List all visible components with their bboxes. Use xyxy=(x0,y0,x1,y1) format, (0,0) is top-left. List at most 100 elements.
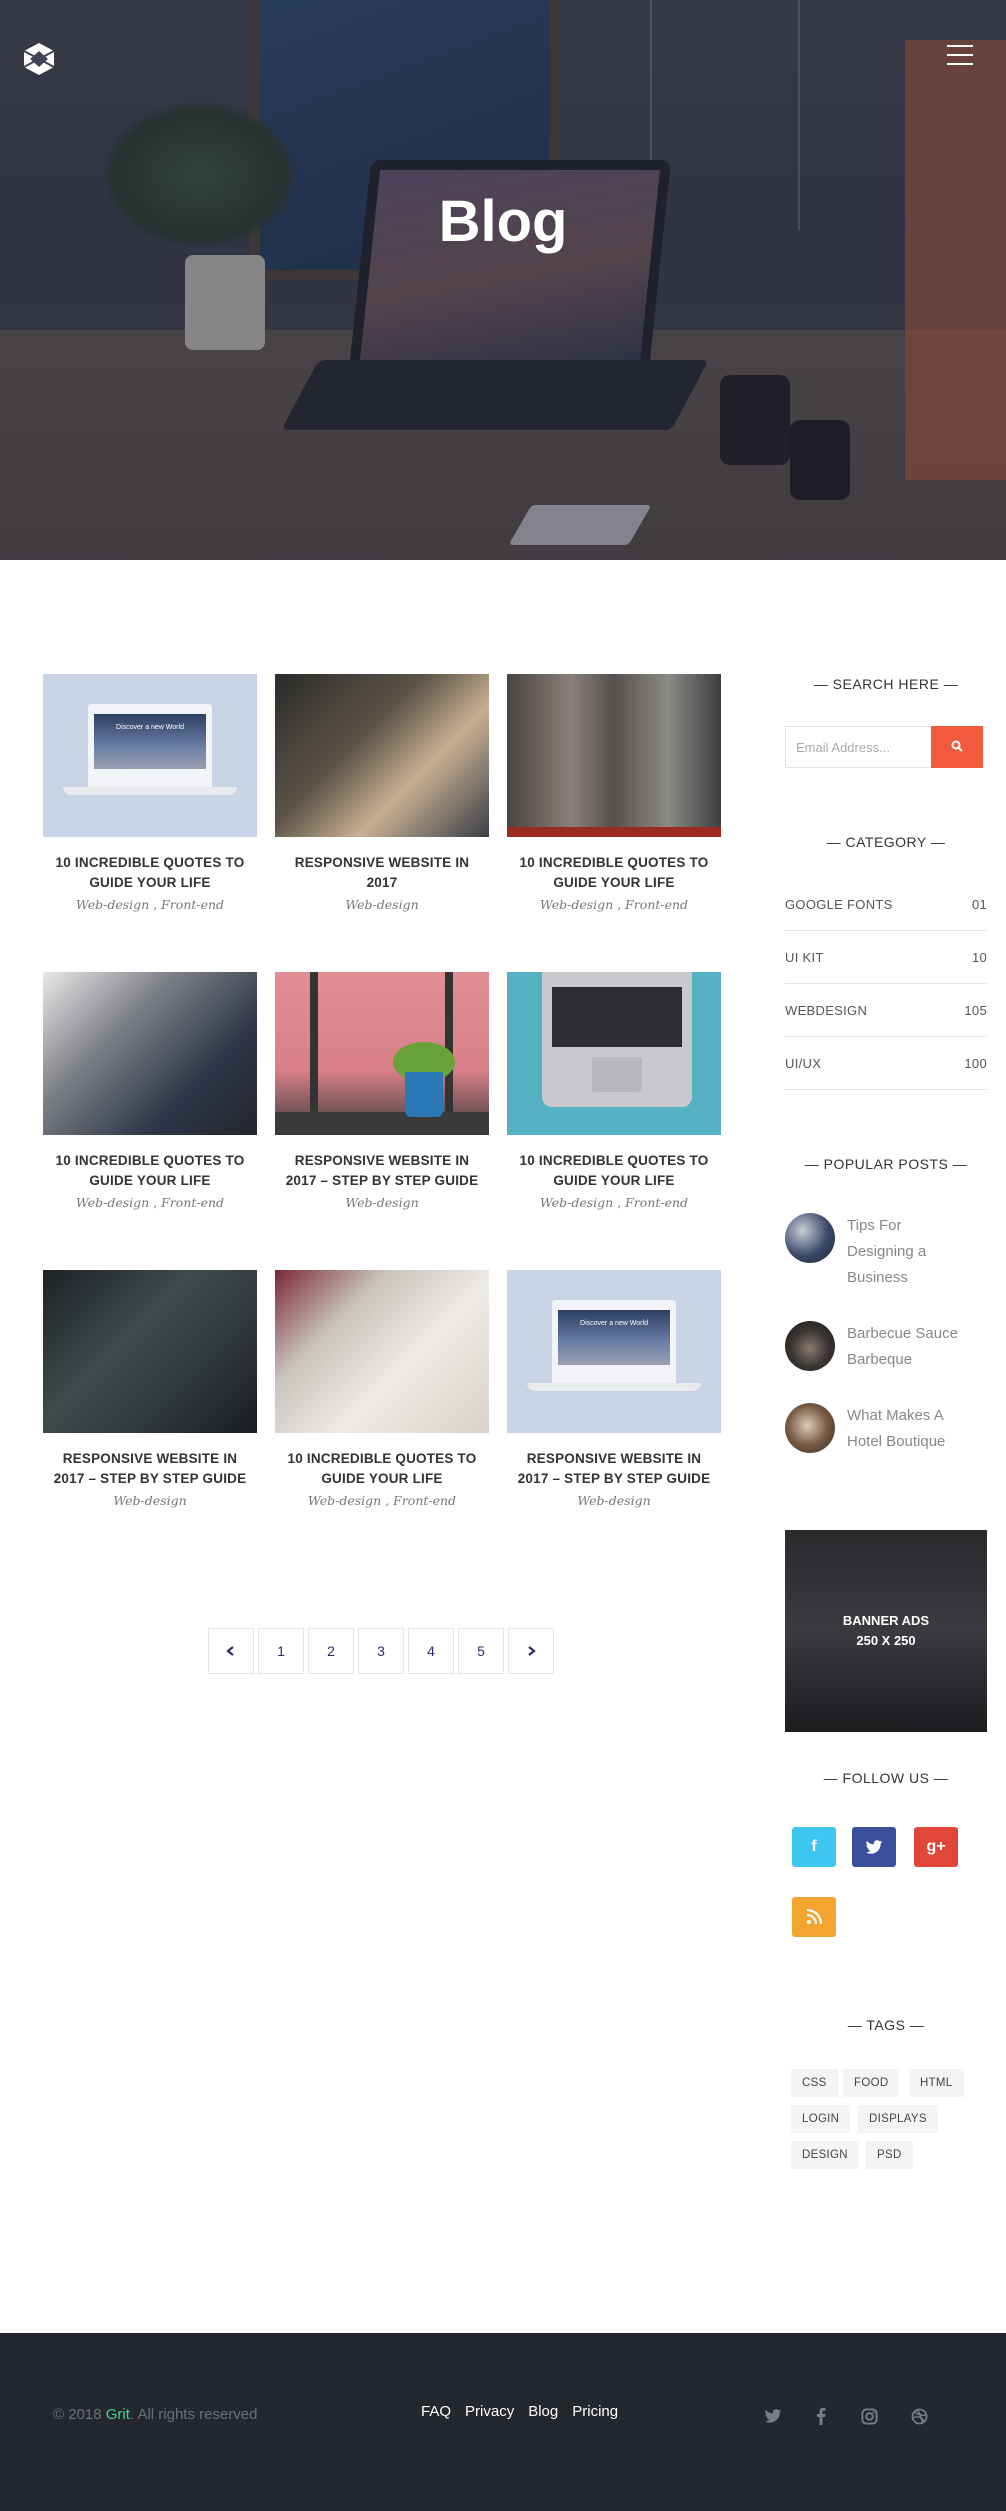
pagination-page-button[interactable]: 3 xyxy=(358,1628,404,1674)
pagination-prev-button[interactable] xyxy=(208,1628,254,1674)
popular-post-item[interactable]: Tips For Designing a Business xyxy=(785,1213,987,1291)
search-button[interactable] xyxy=(931,726,983,768)
tag-item[interactable]: CSS xyxy=(791,2069,838,2097)
footer-twitter-link[interactable] xyxy=(763,2406,783,2426)
category-label: UI/UX xyxy=(785,1055,822,1071)
chevron-left-icon xyxy=(226,1646,234,1656)
follow-us-heading: — FOLLOW US — xyxy=(823,1770,949,1786)
post-title[interactable]: 10 INCREDIBLE QUOTES TO GUIDE YOUR LIFE xyxy=(43,853,257,893)
post-category[interactable]: Web-design xyxy=(275,1195,489,1210)
footer-link-pricing[interactable]: Pricing xyxy=(572,2403,618,2420)
facebook-icon xyxy=(817,2407,826,2425)
footer-link-faq[interactable]: FAQ xyxy=(421,2403,451,2420)
post-thumbnail[interactable]: Discover a new World xyxy=(43,674,257,837)
pagination-page-button[interactable]: 1 xyxy=(258,1628,304,1674)
thumbnail-text: Discover a new World xyxy=(580,1320,648,1327)
post-card[interactable]: Discover a new World 10 INCREDIBLE QUOTE… xyxy=(43,674,257,912)
post-category[interactable]: Web-design , Front-end xyxy=(43,1195,257,1210)
popular-post-thumbnail[interactable] xyxy=(785,1403,835,1453)
banner-ad[interactable]: BANNER ADS 250 X 250 xyxy=(785,1530,987,1732)
post-card[interactable]: 10 INCREDIBLE QUOTES TO GUIDE YOUR LIFE … xyxy=(507,972,721,1210)
search-icon xyxy=(951,740,963,752)
post-card[interactable]: 10 INCREDIBLE QUOTES TO GUIDE YOUR LIFE … xyxy=(507,674,721,912)
post-title[interactable]: 10 INCREDIBLE QUOTES TO GUIDE YOUR LIFE xyxy=(507,1151,721,1191)
post-card[interactable]: 10 INCREDIBLE QUOTES TO GUIDE YOUR LIFE … xyxy=(43,972,257,1210)
tag-item[interactable]: PSD xyxy=(866,2141,913,2169)
google-plus-button[interactable]: g+ xyxy=(914,1827,958,1867)
popular-post-item[interactable]: What Makes A Hotel Boutique xyxy=(785,1403,987,1455)
google-plus-icon: g+ xyxy=(926,1838,946,1855)
popular-post-title[interactable]: Tips For Designing a Business xyxy=(847,1213,926,1291)
post-category[interactable]: Web-design xyxy=(43,1493,257,1508)
hamburger-menu-icon[interactable] xyxy=(947,45,973,67)
post-title[interactable]: RESPONSIVE WEBSITE IN 2017 xyxy=(275,853,489,893)
logo-icon[interactable] xyxy=(22,42,56,76)
category-count: 105 xyxy=(964,1002,987,1018)
popular-post-item[interactable]: Barbecue Sauce Barbeque xyxy=(785,1321,987,1373)
pagination-next-button[interactable] xyxy=(508,1628,554,1674)
post-card[interactable]: Discover a new World RESPONSIVE WEBSITE … xyxy=(507,1270,721,1508)
footer-instagram-link[interactable] xyxy=(859,2406,879,2426)
post-title[interactable]: RESPONSIVE WEBSITE IN 2017 – STEP BY STE… xyxy=(43,1449,257,1489)
post-thumbnail[interactable] xyxy=(507,674,721,837)
tag-item[interactable]: FOOD xyxy=(843,2069,900,2097)
popular-post-title[interactable]: What Makes A Hotel Boutique xyxy=(847,1403,945,1455)
post-thumbnail[interactable] xyxy=(43,1270,257,1433)
post-thumbnail[interactable] xyxy=(275,674,489,837)
category-item[interactable]: WEBDESIGN 105 xyxy=(785,984,987,1037)
post-thumbnail[interactable] xyxy=(43,972,257,1135)
popular-post-thumbnail[interactable] xyxy=(785,1213,835,1263)
post-title[interactable]: 10 INCREDIBLE QUOTES TO GUIDE YOUR LIFE xyxy=(43,1151,257,1191)
post-card[interactable]: 10 INCREDIBLE QUOTES TO GUIDE YOUR LIFE … xyxy=(275,1270,489,1508)
post-card[interactable]: RESPONSIVE WEBSITE IN 2017 – STEP BY STE… xyxy=(43,1270,257,1508)
category-item[interactable]: UI/UX 100 xyxy=(785,1037,987,1090)
post-thumbnail[interactable]: Discover a new World xyxy=(507,1270,721,1433)
footer-link-blog[interactable]: Blog xyxy=(528,2403,558,2420)
facebook-button[interactable]: f xyxy=(792,1827,836,1867)
category-item[interactable]: UI KIT 10 xyxy=(785,931,987,984)
popular-post-title[interactable]: Barbecue Sauce Barbeque xyxy=(847,1321,958,1373)
tag-item[interactable]: LOGIN xyxy=(791,2105,851,2133)
post-thumbnail[interactable] xyxy=(507,972,721,1135)
popular-post-thumbnail[interactable] xyxy=(785,1321,835,1371)
page-title: Blog xyxy=(438,189,568,254)
post-category[interactable]: Web-design , Front-end xyxy=(43,897,257,912)
category-count: 100 xyxy=(964,1055,987,1071)
post-category[interactable]: Web-design , Front-end xyxy=(507,897,721,912)
tag-item[interactable]: DISPLAYS xyxy=(858,2105,938,2133)
post-card[interactable]: RESPONSIVE WEBSITE IN 2017 Web-design xyxy=(275,674,489,912)
post-category[interactable]: Web-design xyxy=(275,897,489,912)
post-category[interactable]: Web-design , Front-end xyxy=(507,1195,721,1210)
post-thumbnail[interactable] xyxy=(275,972,489,1135)
pagination-page-button[interactable]: 5 xyxy=(458,1628,504,1674)
search-heading: — SEARCH HERE — xyxy=(813,676,959,692)
brand-link[interactable]: Grit xyxy=(106,2406,130,2423)
post-thumbnail[interactable] xyxy=(275,1270,489,1433)
pagination-page-button[interactable]: 2 xyxy=(308,1628,354,1674)
category-heading: — CATEGORY — xyxy=(826,834,946,850)
footer-facebook-link[interactable] xyxy=(811,2406,831,2426)
email-search-input[interactable] xyxy=(785,726,931,768)
rss-button[interactable] xyxy=(792,1897,836,1937)
dribbble-icon xyxy=(911,2408,927,2424)
post-title[interactable]: 10 INCREDIBLE QUOTES TO GUIDE YOUR LIFE xyxy=(275,1449,489,1489)
post-title[interactable]: RESPONSIVE WEBSITE IN 2017 – STEP BY STE… xyxy=(507,1449,721,1489)
post-category[interactable]: Web-design , Front-end xyxy=(275,1493,489,1508)
category-count: 01 xyxy=(971,896,987,912)
tag-item[interactable]: HTML xyxy=(909,2069,964,2097)
category-count: 10 xyxy=(971,949,987,965)
post-card[interactable]: RESPONSIVE WEBSITE IN 2017 – STEP BY STE… xyxy=(275,972,489,1210)
footer-dribbble-link[interactable] xyxy=(909,2406,929,2426)
category-label: GOOGLE FONTS xyxy=(785,896,893,912)
pagination-page-button[interactable]: 4 xyxy=(408,1628,454,1674)
instagram-icon xyxy=(860,2407,878,2425)
post-title[interactable]: 10 INCREDIBLE QUOTES TO GUIDE YOUR LIFE xyxy=(507,853,721,893)
twitter-button[interactable] xyxy=(852,1827,896,1867)
thumbnail-text: Discover a new World xyxy=(116,724,184,731)
post-category[interactable]: Web-design xyxy=(507,1493,721,1508)
category-label: UI KIT xyxy=(785,949,824,965)
post-title[interactable]: RESPONSIVE WEBSITE IN 2017 – STEP BY STE… xyxy=(275,1151,489,1191)
footer-link-privacy[interactable]: Privacy xyxy=(465,2403,514,2420)
category-item[interactable]: GOOGLE FONTS 01 xyxy=(785,878,987,931)
tag-item[interactable]: DESIGN xyxy=(791,2141,859,2169)
